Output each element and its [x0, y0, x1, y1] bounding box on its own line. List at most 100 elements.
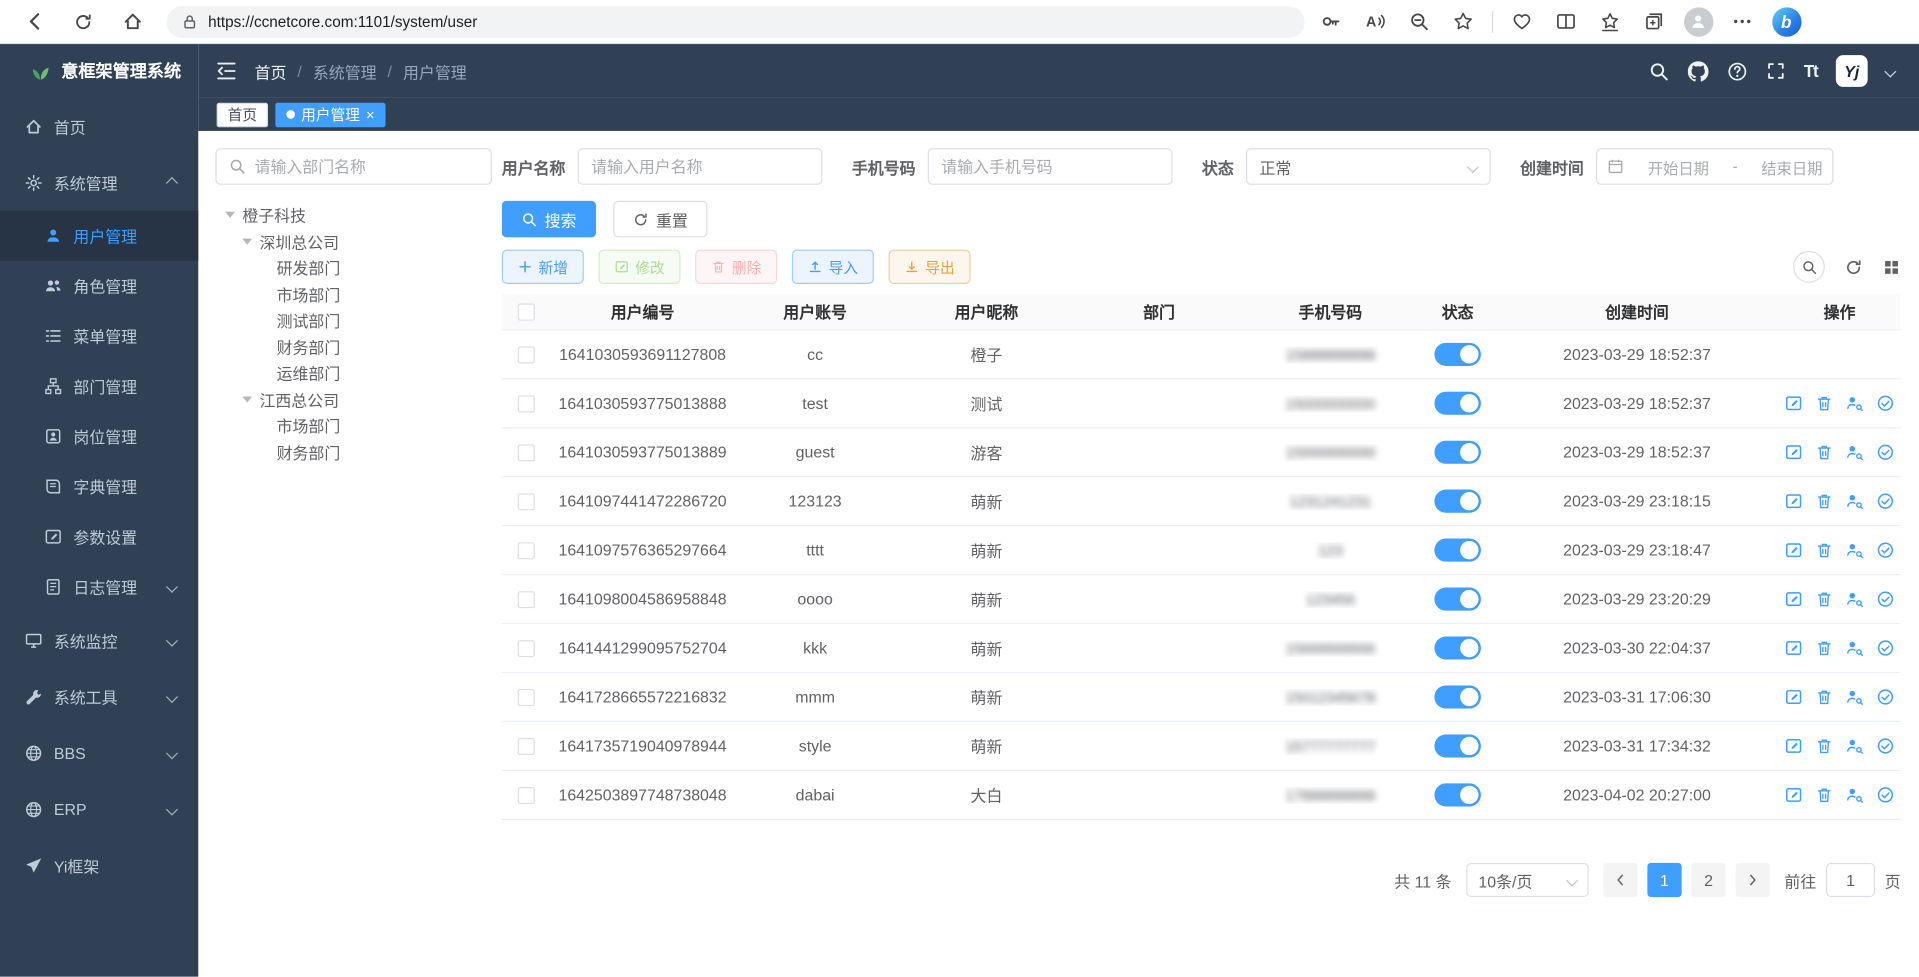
tree-node-研发部门[interactable]: 研发部门 — [215, 255, 492, 281]
tree-node-橙子科技[interactable]: 橙子科技 — [215, 202, 492, 228]
date-range-picker[interactable]: 开始日期 - 结束日期 — [1596, 148, 1833, 185]
assign-role-icon[interactable] — [1876, 688, 1894, 706]
assign-role-icon[interactable] — [1876, 492, 1894, 510]
column-settings-icon[interactable] — [1882, 258, 1900, 276]
address-bar[interactable]: https://ccnetcore.com:1101/system/user — [166, 6, 1304, 38]
favorites-bar-icon[interactable] — [1591, 4, 1629, 38]
refresh-table-icon[interactable] — [1844, 258, 1862, 276]
delete-icon[interactable] — [1815, 394, 1833, 412]
sidebar-item-字典管理[interactable]: 字典管理 — [0, 461, 198, 511]
browser-back-button[interactable] — [10, 3, 59, 40]
row-checkbox[interactable] — [518, 542, 535, 559]
favorite-star-icon[interactable] — [1444, 4, 1482, 38]
read-aloud-icon[interactable]: A — [1356, 4, 1394, 38]
select-all-checkbox[interactable] — [518, 303, 535, 320]
reset-password-icon[interactable] — [1846, 590, 1864, 608]
reset-password-icon[interactable] — [1846, 688, 1864, 706]
tree-node-财务部门[interactable]: 财务部门 — [215, 439, 492, 465]
add-button[interactable]: 新增 — [502, 250, 584, 284]
caret-down-icon[interactable] — [242, 238, 252, 244]
hide-search-button[interactable] — [1793, 251, 1825, 283]
export-button[interactable]: 导出 — [889, 250, 971, 284]
sidebar-item-角色管理[interactable]: 角色管理 — [0, 261, 198, 311]
sidebar-item-BBS[interactable]: BBS — [0, 725, 198, 781]
row-checkbox[interactable] — [518, 444, 535, 461]
split-screen-icon[interactable] — [1547, 4, 1585, 38]
copilot-button[interactable]: b — [1767, 4, 1805, 38]
delete-icon[interactable] — [1815, 639, 1833, 657]
status-toggle[interactable] — [1434, 587, 1481, 610]
caret-down-icon[interactable] — [242, 396, 252, 402]
goto-page-input[interactable] — [1826, 863, 1875, 897]
search-icon[interactable] — [1648, 61, 1669, 82]
assign-role-icon[interactable] — [1876, 639, 1894, 657]
status-toggle[interactable] — [1434, 392, 1481, 415]
reset-password-icon[interactable] — [1846, 443, 1864, 461]
breadcrumb-item[interactable]: 首页 — [255, 59, 287, 82]
delete-icon[interactable] — [1815, 737, 1833, 755]
password-key-icon[interactable] — [1312, 4, 1350, 38]
tree-node-测试部门[interactable]: 测试部门 — [215, 307, 492, 333]
sidebar-item-用户管理[interactable]: 用户管理 — [0, 211, 198, 261]
delete-button[interactable]: 删除 — [695, 250, 777, 284]
status-toggle[interactable] — [1434, 685, 1481, 708]
edit-icon[interactable] — [1784, 492, 1802, 510]
reset-password-icon[interactable] — [1846, 786, 1864, 804]
modify-button[interactable]: 修改 — [599, 250, 681, 284]
status-toggle[interactable] — [1434, 539, 1481, 562]
delete-icon[interactable] — [1815, 786, 1833, 804]
delete-icon[interactable] — [1815, 688, 1833, 706]
dept-search-input[interactable] — [255, 157, 479, 175]
prev-page-button[interactable] — [1603, 863, 1637, 897]
assign-role-icon[interactable] — [1876, 541, 1894, 559]
tree-node-深圳总公司[interactable]: 深圳总公司 — [215, 228, 492, 254]
next-page-button[interactable] — [1735, 863, 1769, 897]
github-icon[interactable] — [1687, 61, 1708, 82]
sidebar-item-Yi框架[interactable]: Yi框架 — [0, 837, 198, 893]
phone-input[interactable] — [941, 157, 1159, 175]
edit-icon[interactable] — [1784, 688, 1802, 706]
sidebar-item-系统管理[interactable]: 系统管理 — [0, 154, 198, 210]
status-toggle[interactable] — [1434, 343, 1481, 366]
collapse-menu-icon[interactable] — [215, 60, 237, 82]
row-checkbox[interactable] — [518, 346, 535, 363]
help-icon[interactable] — [1727, 61, 1748, 82]
edit-icon[interactable] — [1784, 541, 1802, 559]
tree-node-市场部门[interactable]: 市场部门 — [215, 412, 492, 438]
reset-password-icon[interactable] — [1846, 639, 1864, 657]
assign-role-icon[interactable] — [1876, 590, 1894, 608]
sidebar-item-首页[interactable]: 首页 — [0, 98, 198, 154]
username-input[interactable] — [591, 157, 809, 175]
row-checkbox[interactable] — [518, 737, 535, 754]
import-button[interactable]: 导入 — [792, 250, 874, 284]
tree-node-江西总公司[interactable]: 江西总公司 — [215, 386, 492, 412]
settings-menu-icon[interactable] — [1723, 4, 1761, 38]
edit-icon[interactable] — [1784, 443, 1802, 461]
reset-password-icon[interactable] — [1846, 737, 1864, 755]
assign-role-icon[interactable] — [1876, 443, 1894, 461]
sidebar-item-参数设置[interactable]: 参数设置 — [0, 512, 198, 562]
delete-icon[interactable] — [1815, 492, 1833, 510]
tree-node-财务部门[interactable]: 财务部门 — [215, 334, 492, 360]
reset-password-icon[interactable] — [1846, 492, 1864, 510]
edit-icon[interactable] — [1784, 737, 1802, 755]
status-toggle[interactable] — [1434, 441, 1481, 464]
sidebar-item-系统监控[interactable]: 系统监控 — [0, 612, 198, 668]
search-button[interactable]: 搜索 — [502, 201, 596, 238]
chevron-down-icon[interactable] — [1884, 65, 1896, 77]
edit-icon[interactable] — [1784, 590, 1802, 608]
status-toggle[interactable] — [1434, 490, 1481, 513]
tab-首页[interactable]: 首页 — [217, 102, 268, 126]
delete-icon[interactable] — [1815, 590, 1833, 608]
tree-node-市场部门[interactable]: 市场部门 — [215, 281, 492, 307]
browser-refresh-button[interactable] — [59, 3, 108, 40]
fullscreen-icon[interactable] — [1766, 61, 1786, 81]
edit-icon[interactable] — [1784, 394, 1802, 412]
sidebar-item-日志管理[interactable]: 日志管理 — [0, 562, 198, 612]
reset-password-icon[interactable] — [1846, 541, 1864, 559]
delete-icon[interactable] — [1815, 541, 1833, 559]
user-avatar[interactable]: Yj — [1836, 55, 1868, 87]
sidebar-item-岗位管理[interactable]: 岗位管理 — [0, 411, 198, 461]
status-toggle[interactable] — [1434, 636, 1481, 659]
assign-role-icon[interactable] — [1876, 737, 1894, 755]
